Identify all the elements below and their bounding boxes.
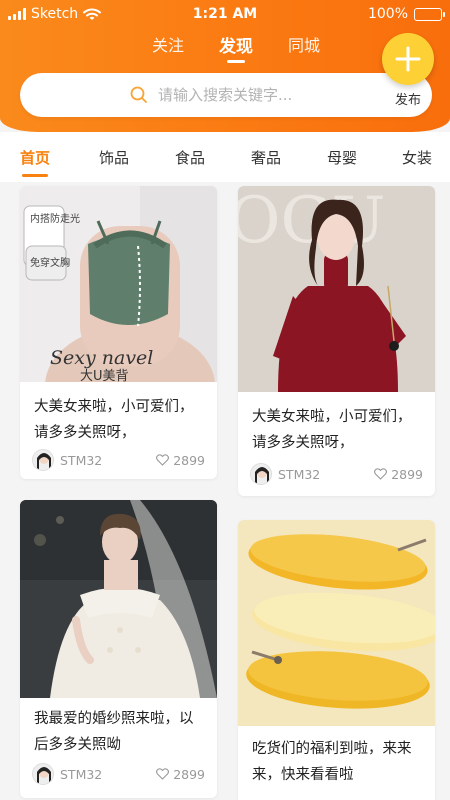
- category-accessories[interactable]: 饰品: [99, 147, 129, 168]
- battery-icon: [414, 7, 445, 21]
- author-name[interactable]: STM32: [60, 453, 156, 468]
- heart-icon: [374, 468, 388, 480]
- author-name[interactable]: STM32: [60, 767, 156, 782]
- image-text-1: 内搭防走光: [30, 212, 80, 225]
- card-meta: STM32 2899: [32, 448, 205, 472]
- feed-card[interactable]: 吃货们的福利到啦，来来来，快来看看啦: [238, 520, 435, 800]
- category-womenswear[interactable]: 女装: [402, 147, 432, 168]
- category-food[interactable]: 食品: [175, 147, 205, 168]
- battery-percent: 100%: [367, 6, 408, 22]
- category-home[interactable]: 首页: [20, 147, 50, 177]
- feed-card[interactable]: 内搭防走光 免穿文胸 Sexy navel 大U美背 大美女来啦，小可爱们，请多…: [20, 186, 217, 479]
- tab-discover[interactable]: 发现: [219, 32, 253, 63]
- card-title: 我最爱的婚纱照来啦，以后多多关照呦: [34, 711, 194, 753]
- header: Sketch 1:21 AM 100% 关注 发现 同城 发布: [0, 0, 450, 132]
- avatar[interactable]: [32, 763, 54, 785]
- feed: 内搭防走光 免穿文胸 Sexy navel 大U美背 大美女来啦，小可爱们，请多…: [0, 182, 450, 800]
- card-image-wedding-dress: [20, 500, 217, 698]
- feed-card[interactable]: OGU 大美女来啦，小可爱们，请多多关照呀， STM32 2899: [238, 186, 435, 496]
- card-image-lingerie: 内搭防走光 免穿文胸 Sexy navel 大U美背: [20, 186, 217, 382]
- feed-card[interactable]: 我最爱的婚纱照来啦，以后多多关照呦 STM32 2899: [20, 500, 217, 798]
- like-count: 2899: [173, 766, 205, 782]
- tab-local[interactable]: 同城: [288, 32, 320, 56]
- card-image-red-dress: OGU: [238, 186, 435, 392]
- card-title: 吃货们的福利到啦，来来来，快来看看啦: [252, 741, 412, 783]
- like-button[interactable]: 2899: [156, 453, 205, 468]
- card-meta: STM32 2899: [32, 762, 205, 786]
- card-title: 大美女来啦，小可爱们，请多多关照呀，: [252, 409, 412, 451]
- like-button[interactable]: 2899: [156, 767, 205, 782]
- like-count: 2899: [391, 466, 423, 482]
- heart-icon: [156, 768, 170, 780]
- search-input[interactable]: [158, 86, 378, 104]
- card-meta: STM32 2899: [250, 462, 423, 486]
- publish-button[interactable]: [382, 33, 434, 85]
- status-right: 100%: [367, 6, 445, 22]
- image-text-3: Sexy navel: [50, 347, 153, 369]
- publish-label[interactable]: 发布: [386, 89, 430, 108]
- card-image-mango: [238, 520, 435, 726]
- author-name[interactable]: STM32: [278, 467, 374, 482]
- status-bar: Sketch 1:21 AM 100%: [0, 0, 450, 30]
- tab-follow[interactable]: 关注: [152, 32, 184, 56]
- card-title: 大美女来啦，小可爱们，请多多关照呀，: [34, 399, 194, 441]
- category-luxury[interactable]: 奢品: [251, 147, 281, 168]
- image-text-2: 免穿文胸: [30, 256, 70, 269]
- heart-icon: [156, 454, 170, 466]
- like-count: 2899: [173, 452, 205, 468]
- image-text-4: 大U美背: [80, 369, 129, 382]
- category-maternity[interactable]: 母婴: [327, 147, 357, 168]
- category-tabs: 首页 饰品 食品 奢品 母婴 女装: [0, 132, 450, 182]
- like-button[interactable]: 2899: [374, 467, 423, 482]
- search-icon: [130, 86, 147, 103]
- avatar[interactable]: [250, 463, 272, 485]
- avatar[interactable]: [32, 449, 54, 471]
- plus-icon: [395, 46, 421, 72]
- search-box[interactable]: [20, 73, 432, 117]
